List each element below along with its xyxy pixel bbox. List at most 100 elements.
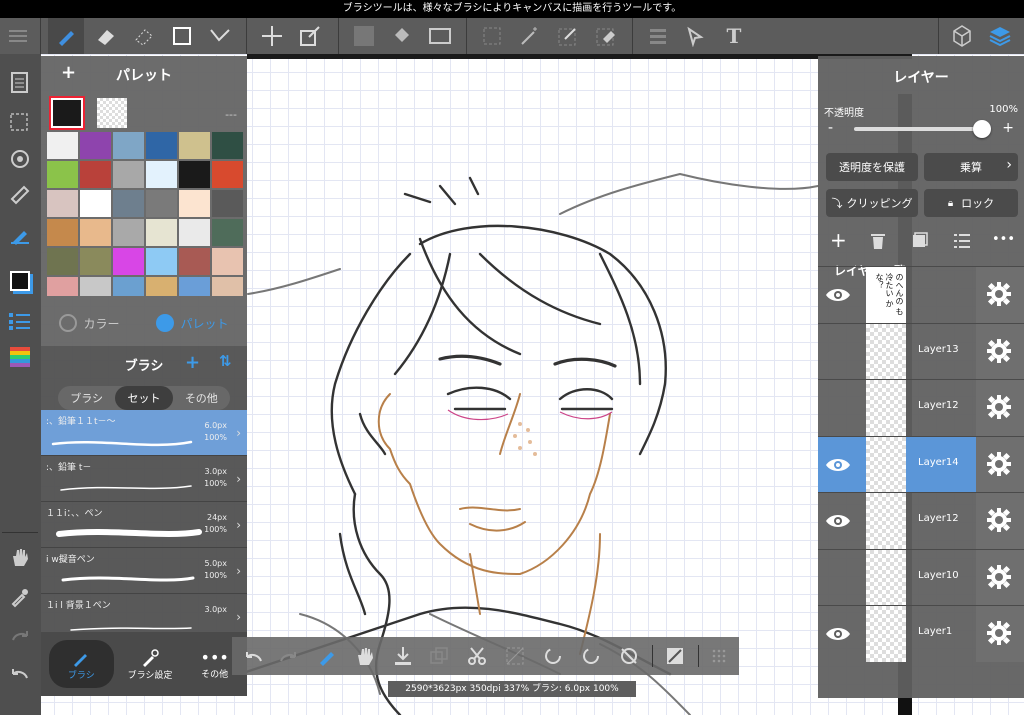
tab-palette[interactable]: パレット [156, 314, 229, 332]
color-swatch-icon[interactable] [3, 264, 37, 298]
delete-layer-icon[interactable] [870, 232, 886, 250]
eye-icon[interactable] [824, 620, 852, 648]
page-icon[interactable] [3, 66, 37, 100]
gear-icon[interactable] [986, 394, 1012, 420]
text-icon[interactable]: T [716, 18, 752, 54]
rotate-icon[interactable] [3, 142, 37, 176]
cut-icon[interactable] [460, 639, 494, 673]
hand-action-icon[interactable] [348, 639, 382, 673]
flip-icon[interactable] [658, 639, 692, 673]
protect-alpha-button[interactable]: 透明度を保護 [826, 153, 918, 181]
opacity-slider[interactable] [854, 120, 991, 138]
reset-rotation-icon[interactable] [612, 639, 646, 673]
palette-swatch[interactable] [47, 219, 78, 246]
gear-icon[interactable] [986, 281, 1012, 307]
palette-swatch[interactable] [212, 248, 243, 275]
palette-swatch[interactable] [146, 277, 177, 296]
transform-icon[interactable] [292, 18, 328, 54]
palette-swatch[interactable] [113, 132, 144, 159]
ruler-icon[interactable] [3, 178, 37, 212]
palette-swatch[interactable] [146, 248, 177, 275]
layers-icon[interactable] [982, 18, 1018, 54]
palette-swatch[interactable] [47, 277, 78, 296]
gear-icon[interactable] [986, 507, 1012, 533]
hand-icon[interactable] [3, 540, 37, 574]
download-icon[interactable] [386, 639, 420, 673]
select-rect-icon[interactable] [474, 18, 510, 54]
palette-swatch[interactable] [80, 132, 111, 159]
select-pen-icon[interactable] [550, 18, 586, 54]
fill-color-icon[interactable] [346, 18, 382, 54]
palette-swatch[interactable] [179, 219, 210, 246]
brush-list-item[interactable]: １１i：、、ペン 24px 100% › [41, 502, 247, 548]
palette-swatch[interactable] [146, 132, 177, 159]
tab-color[interactable]: カラー [59, 314, 120, 332]
palette-swatch[interactable] [212, 161, 243, 188]
add-brush-button[interactable]: + [185, 352, 200, 373]
layer-thumbnail-icon[interactable] [912, 232, 928, 248]
palette-swatch[interactable] [212, 132, 243, 159]
palette-swatch[interactable] [113, 277, 144, 296]
eraser-icon[interactable] [88, 18, 124, 54]
gear-icon[interactable] [986, 451, 1012, 477]
clear-selection-icon[interactable] [498, 639, 532, 673]
palette-swatch[interactable] [113, 190, 144, 217]
brush-tool-icon[interactable] [48, 18, 84, 54]
palette-swatch[interactable] [80, 190, 111, 217]
rectangle-shape-icon[interactable] [164, 18, 200, 54]
undo-action-icon[interactable] [236, 639, 270, 673]
palette-swatch[interactable] [47, 132, 78, 159]
eye-icon[interactable] [824, 507, 852, 535]
eye-icon[interactable] [824, 281, 852, 309]
bucket-icon[interactable] [384, 18, 420, 54]
palette-swatch[interactable] [179, 161, 210, 188]
undo-icon[interactable] [3, 658, 37, 692]
brush-snap-icon[interactable] [310, 639, 344, 673]
brush-list-item[interactable]: :、鉛筆 t－ 3.0px 100% › [41, 456, 247, 502]
tab-brush[interactable]: ブラシ [58, 386, 115, 410]
palette-swatch[interactable] [113, 248, 144, 275]
eyedropper-icon[interactable] [3, 580, 37, 614]
main-color-swatch[interactable] [49, 96, 85, 130]
layer-row[interactable]: Layer1 [818, 605, 1024, 662]
rotate-left-icon[interactable] [536, 639, 570, 673]
gradation-icon[interactable] [422, 18, 458, 54]
palette-more-button[interactable]: --- [225, 108, 237, 121]
redo-icon[interactable] [3, 620, 37, 654]
layer-row[interactable]: Layer12 [818, 492, 1024, 549]
sort-brush-icon[interactable]: ⇅ [219, 352, 232, 370]
redo-action-icon[interactable] [272, 639, 306, 673]
pen-snap-icon[interactable] [3, 218, 37, 252]
rotate-right-icon[interactable] [574, 639, 608, 673]
palette-swatch[interactable] [80, 248, 111, 275]
palette-swatch[interactable] [179, 132, 210, 159]
layer-row[interactable]: Layer13 [818, 322, 1024, 380]
palette-swatch[interactable] [113, 161, 144, 188]
palette-swatch[interactable] [179, 248, 210, 275]
select-eraser-icon[interactable] [588, 18, 624, 54]
layer-list-icon[interactable] [954, 234, 970, 248]
filter-icon[interactable] [640, 18, 676, 54]
opacity-minus-button[interactable]: - [828, 120, 833, 136]
palette-swatch[interactable] [47, 248, 78, 275]
add-layer-icon[interactable]: + [830, 230, 847, 250]
blend-mode-button[interactable]: 乗算 › [924, 153, 1018, 181]
tab-set[interactable]: セット [115, 386, 173, 410]
layer-row[interactable]: Layer12 [818, 379, 1024, 436]
menu-icon[interactable] [0, 18, 36, 54]
eye-icon[interactable] [824, 451, 852, 479]
color-wheel-icon[interactable] [3, 340, 37, 374]
layer-more-icon[interactable]: ••• [992, 232, 1015, 247]
brush-tab-button[interactable]: ブラシ [49, 640, 114, 688]
palette-swatch[interactable] [80, 161, 111, 188]
grid-menu-icon[interactable] [702, 639, 736, 673]
palette-swatch[interactable] [80, 277, 111, 296]
transparent-swatch[interactable] [97, 98, 127, 128]
palette-swatch[interactable] [212, 190, 243, 217]
palette-swatch[interactable] [113, 219, 144, 246]
palette-swatch[interactable] [179, 190, 210, 217]
clipping-button[interactable]: ⤵ クリッピング [826, 189, 918, 217]
palette-swatch[interactable] [47, 161, 78, 188]
list-icon[interactable] [3, 304, 37, 338]
curve-icon[interactable] [202, 18, 238, 54]
